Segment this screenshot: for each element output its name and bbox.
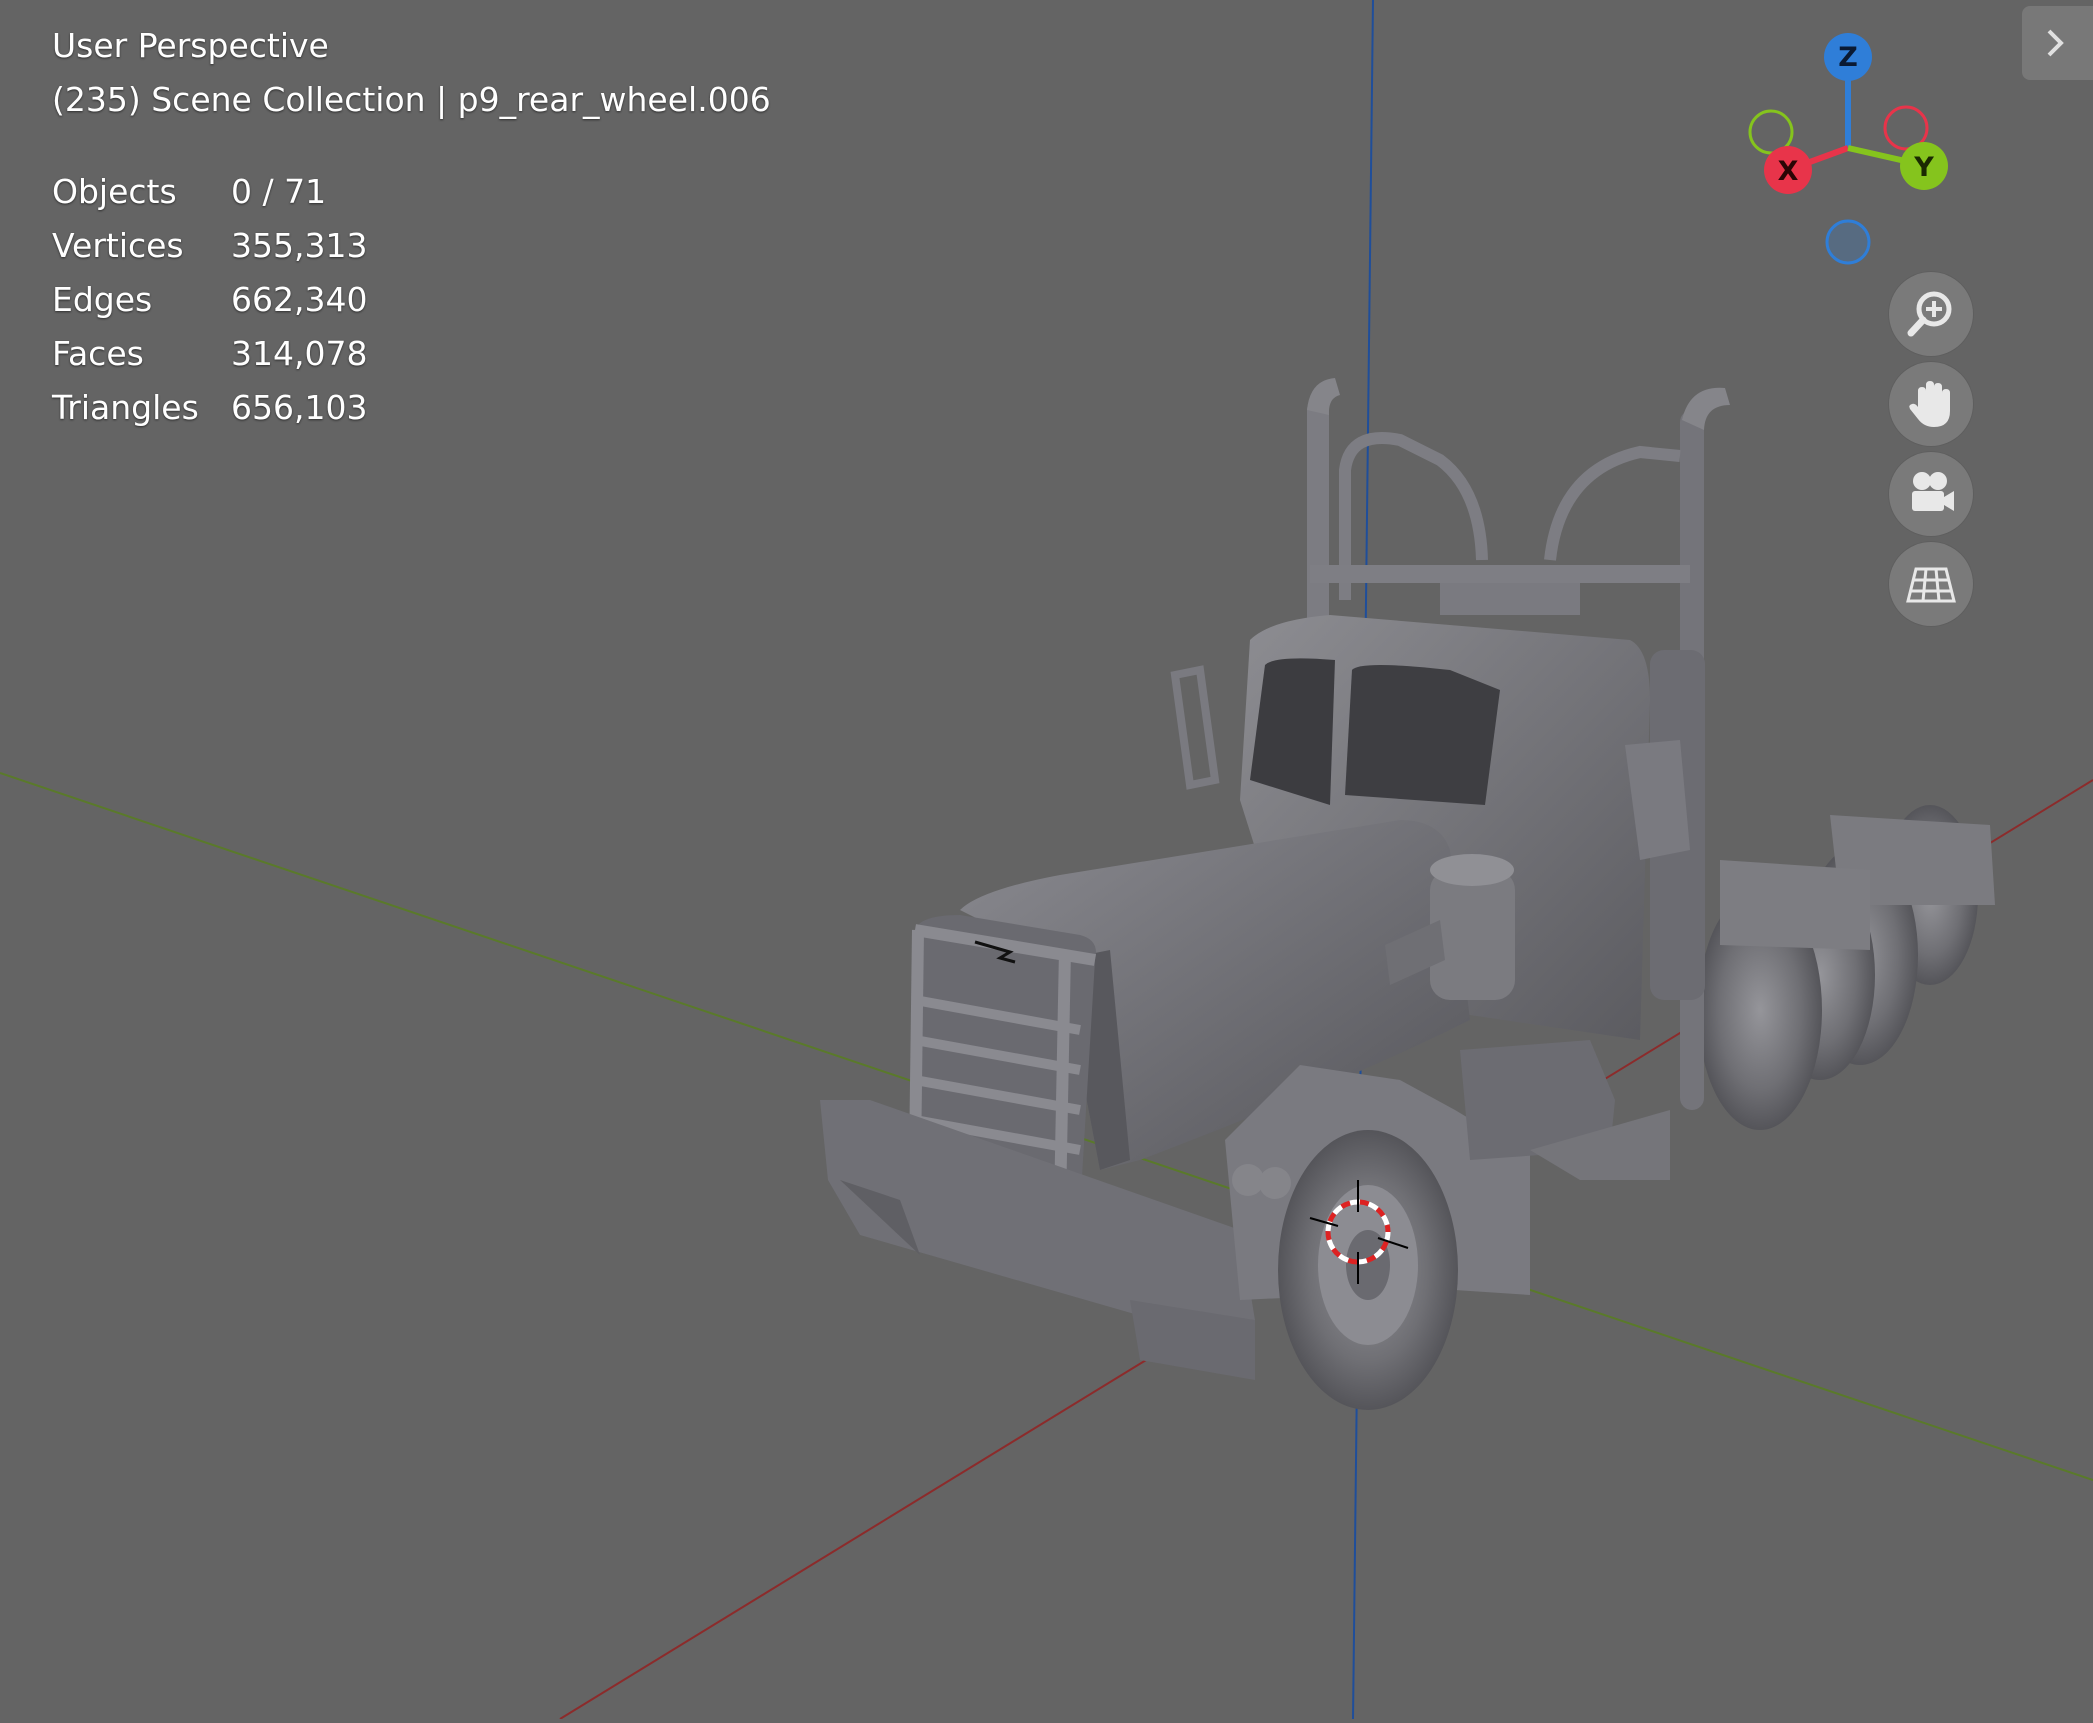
stat-value: 0 / 71 bbox=[231, 171, 327, 211]
gizmo-x-axis[interactable]: X bbox=[1764, 146, 1812, 194]
camera-icon bbox=[1912, 472, 1954, 511]
sidebar-toggle-button[interactable] bbox=[2022, 6, 2093, 80]
hand-icon bbox=[1909, 381, 1950, 427]
svg-text:X: X bbox=[1778, 156, 1799, 187]
camera-view-button[interactable] bbox=[1889, 452, 1973, 536]
stat-row-vertices: Vertices 355,313 bbox=[52, 218, 367, 272]
navigation-gizmo[interactable]: Z X Y bbox=[1748, 33, 1948, 265]
stat-row-objects: Objects 0 / 71 bbox=[52, 164, 367, 218]
zoom-in-icon bbox=[1907, 291, 1952, 337]
pan-button[interactable] bbox=[1889, 362, 1973, 446]
statistics-overlay: Objects 0 / 71 Vertices 355,313 Edges 66… bbox=[52, 164, 367, 434]
stat-value: 662,340 bbox=[231, 279, 368, 319]
grid-icon bbox=[1906, 567, 1956, 603]
stat-name: Triangles bbox=[52, 387, 199, 427]
stat-row-triangles: Triangles 656,103 bbox=[52, 380, 367, 434]
stat-value: 355,313 bbox=[231, 225, 368, 265]
stat-row-edges: Edges 662,340 bbox=[52, 272, 367, 326]
stat-name: Edges bbox=[52, 279, 153, 319]
chevron-right-icon bbox=[2047, 29, 2064, 57]
zoom-button[interactable] bbox=[1889, 272, 1973, 356]
svg-text:Z: Z bbox=[1838, 42, 1858, 73]
scene-collection-label: (235) Scene Collection | p9_rear_wheel.0… bbox=[52, 80, 771, 119]
gizmo-y-axis[interactable]: Y bbox=[1900, 142, 1948, 190]
orthographic-toggle-button[interactable] bbox=[1889, 542, 1973, 626]
stat-name: Objects bbox=[52, 171, 177, 211]
stat-name: Vertices bbox=[52, 225, 184, 265]
stat-value: 656,103 bbox=[231, 387, 368, 427]
stat-name: Faces bbox=[52, 333, 144, 373]
view-perspective-label: User Perspective bbox=[52, 26, 329, 65]
svg-text:Y: Y bbox=[1913, 152, 1934, 183]
stat-value: 314,078 bbox=[231, 333, 368, 373]
gizmo-z-axis[interactable]: Z bbox=[1824, 33, 1872, 81]
truck-model[interactable] bbox=[820, 378, 1995, 1410]
stat-row-faces: Faces 314,078 bbox=[52, 326, 367, 380]
